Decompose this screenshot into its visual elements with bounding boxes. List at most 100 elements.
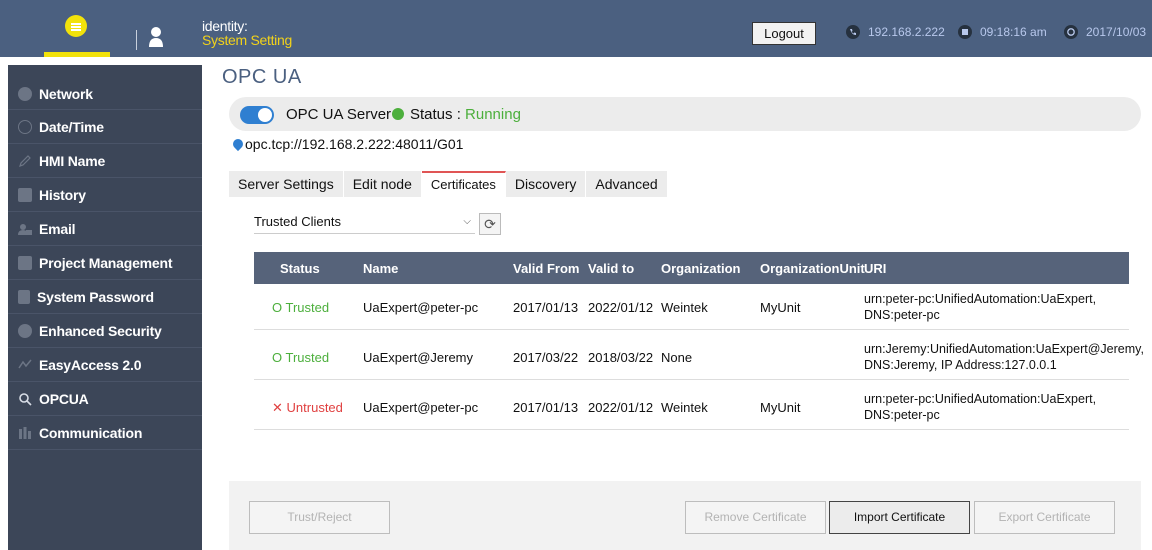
sidebar-item-label: Communication: [39, 424, 143, 441]
pencil-icon: [19, 154, 31, 167]
table-row[interactable]: O Trusted UaExpert@Jeremy 2017/03/22 201…: [254, 335, 1144, 380]
document-icon: [18, 187, 32, 202]
sidebar-item-label: HMI Name: [39, 152, 106, 169]
uri-line: DNS:Jeremy, IP Address:127.0.0.1: [864, 358, 1057, 372]
tab-certificates[interactable]: Certificates: [421, 171, 506, 197]
valid-to-cell: 2022/01/12: [588, 300, 654, 315]
column-header-uri: URI: [864, 261, 887, 276]
time-indicator: 09:18:16 am: [958, 25, 1047, 39]
tab-edit-node[interactable]: Edit node: [343, 171, 422, 197]
organization-cell: None: [661, 350, 693, 365]
import-certificate-button[interactable]: Import Certificate: [829, 501, 970, 534]
sidebar-item-label: EasyAccess 2.0: [39, 356, 142, 373]
network-icon: [18, 87, 32, 101]
tab-discovery[interactable]: Discovery: [505, 171, 587, 197]
time-value: 09:18:16 am: [980, 25, 1047, 39]
certificates-content: Trusted Clients ⌵ ⟳ Status Name Valid Fr…: [229, 197, 1144, 481]
status-cell: O Trusted: [272, 300, 329, 315]
phone-icon: [846, 25, 860, 39]
menu-active-indicator: [44, 52, 110, 57]
tab-advanced[interactable]: Advanced: [586, 171, 668, 197]
refresh-button[interactable]: ⟳: [479, 213, 501, 235]
refresh-icon: ⟳: [484, 216, 496, 232]
sidebar-item-opcua[interactable]: OPCUA: [8, 382, 202, 416]
clock-icon: [18, 119, 32, 134]
org-unit-cell: MyUnit: [760, 400, 801, 415]
sidebar-item-date-time[interactable]: Date/Time: [8, 110, 202, 144]
circle-icon: O: [272, 300, 283, 315]
endpoint-url: opc.tcp://192.168.2.222:48011/G01: [245, 136, 464, 152]
trust-reject-button[interactable]: Trust/Reject: [249, 501, 390, 534]
server-label: OPC UA Server: [286, 106, 392, 123]
date-indicator: 2017/10/03: [1064, 25, 1146, 39]
location-pin-icon: [230, 136, 246, 152]
user-icon[interactable]: [148, 26, 164, 48]
remote-icon: [18, 359, 32, 368]
sidebar-item-label: Project Management: [39, 254, 173, 271]
status-text: Trusted: [285, 300, 330, 315]
organization-cell: Weintek: [661, 300, 708, 315]
uri-line: urn:Jeremy:UnifiedAutomation:UaExpert@Je…: [864, 342, 1144, 356]
status-text: Untrusted: [286, 400, 343, 415]
sidebar-item-easyaccess[interactable]: EasyAccess 2.0: [8, 348, 202, 382]
certificate-filter-select[interactable]: Trusted Clients ⌵: [254, 214, 475, 234]
org-unit-cell: MyUnit: [760, 300, 801, 315]
sidebar-item-label: History: [39, 186, 86, 203]
server-status: Status : Running: [410, 106, 521, 123]
remove-certificate-button[interactable]: Remove Certificate: [685, 501, 826, 534]
cross-icon: ✕: [272, 400, 283, 415]
clock-icon: [1064, 25, 1078, 39]
sidebar-item-system-password[interactable]: System Password: [8, 280, 202, 314]
server-status-bar: OPC UA Server Status : Running: [229, 97, 1141, 131]
sidebar-item-enhanced-security[interactable]: Enhanced Security: [8, 314, 202, 348]
status-value: Running: [465, 106, 521, 123]
sidebar: Network Date/Time HMI Name History Email…: [8, 65, 202, 550]
column-header-valid-to: Valid to: [588, 261, 635, 276]
name-cell: UaExpert@Jeremy: [363, 350, 474, 365]
sidebar-item-communication[interactable]: Communication: [8, 416, 202, 450]
table-row[interactable]: O Trusted UaExpert@peter-pc 2017/01/13 2…: [254, 285, 1129, 330]
uri-line: DNS:peter-pc: [864, 308, 940, 322]
status-cell: ✕ Untrusted: [272, 400, 343, 416]
export-certificate-button[interactable]: Export Certificate: [974, 501, 1115, 534]
valid-to-cell: 2022/01/12: [588, 400, 654, 415]
project-icon: [18, 255, 32, 270]
uri-line: DNS:peter-pc: [864, 408, 940, 422]
sidebar-item-label: Date/Time: [39, 118, 104, 135]
topbar-divider: [136, 30, 137, 50]
lock-icon: [18, 289, 30, 304]
server-toggle[interactable]: [240, 106, 274, 124]
identity-value: System Setting: [202, 32, 292, 48]
sidebar-item-project-management[interactable]: Project Management: [8, 246, 202, 280]
sidebar-item-hmi-name[interactable]: HMI Name: [8, 144, 202, 178]
organization-cell: Weintek: [661, 400, 708, 415]
column-header-org-unit: OrganizationUnit: [760, 261, 865, 276]
column-header-name: Name: [363, 261, 399, 276]
page-title: OPC UA: [222, 66, 302, 88]
sidebar-item-label: Network: [39, 86, 93, 102]
table-row[interactable]: ✕ Untrusted UaExpert@peter-pc 2017/01/13…: [254, 385, 1129, 430]
sidebar-item-label: OPCUA: [39, 390, 89, 407]
sidebar-item-email[interactable]: Email: [8, 212, 202, 246]
sidebar-item-network[interactable]: Network: [8, 65, 202, 110]
certificates-panel: Trusted Clients ⌵ ⟳ Status Name Valid Fr…: [229, 197, 1144, 550]
uri-cell: urn:peter-pc:UnifiedAutomation:UaExpert,…: [864, 391, 1096, 423]
valid-from-cell: 2017/01/13: [513, 400, 579, 415]
menu-icon[interactable]: [65, 15, 87, 37]
name-cell: UaExpert@peter-pc: [363, 400, 479, 415]
logout-button[interactable]: Logout: [752, 22, 816, 45]
check-icon: [392, 108, 404, 120]
valid-from-cell: 2017/01/13: [513, 300, 579, 315]
uri-cell: urn:Jeremy:UnifiedAutomation:UaExpert@Je…: [864, 341, 1144, 373]
status-label: Status :: [410, 106, 466, 123]
name-cell: UaExpert@peter-pc: [363, 300, 479, 315]
tab-server-settings[interactable]: Server Settings: [229, 171, 344, 197]
identity-block: identity: System Setting: [202, 19, 292, 47]
sidebar-item-label: System Password: [37, 288, 154, 305]
tab-bar: Server Settings Edit node Certificates D…: [229, 171, 668, 197]
chevron-down-icon: ⌵: [463, 216, 471, 227]
column-header-valid-from: Valid From: [513, 261, 580, 276]
column-header-organization: Organization: [661, 261, 741, 276]
sidebar-item-history[interactable]: History: [8, 178, 202, 212]
uri-line: urn:peter-pc:UnifiedAutomation:UaExpert,: [864, 392, 1097, 406]
